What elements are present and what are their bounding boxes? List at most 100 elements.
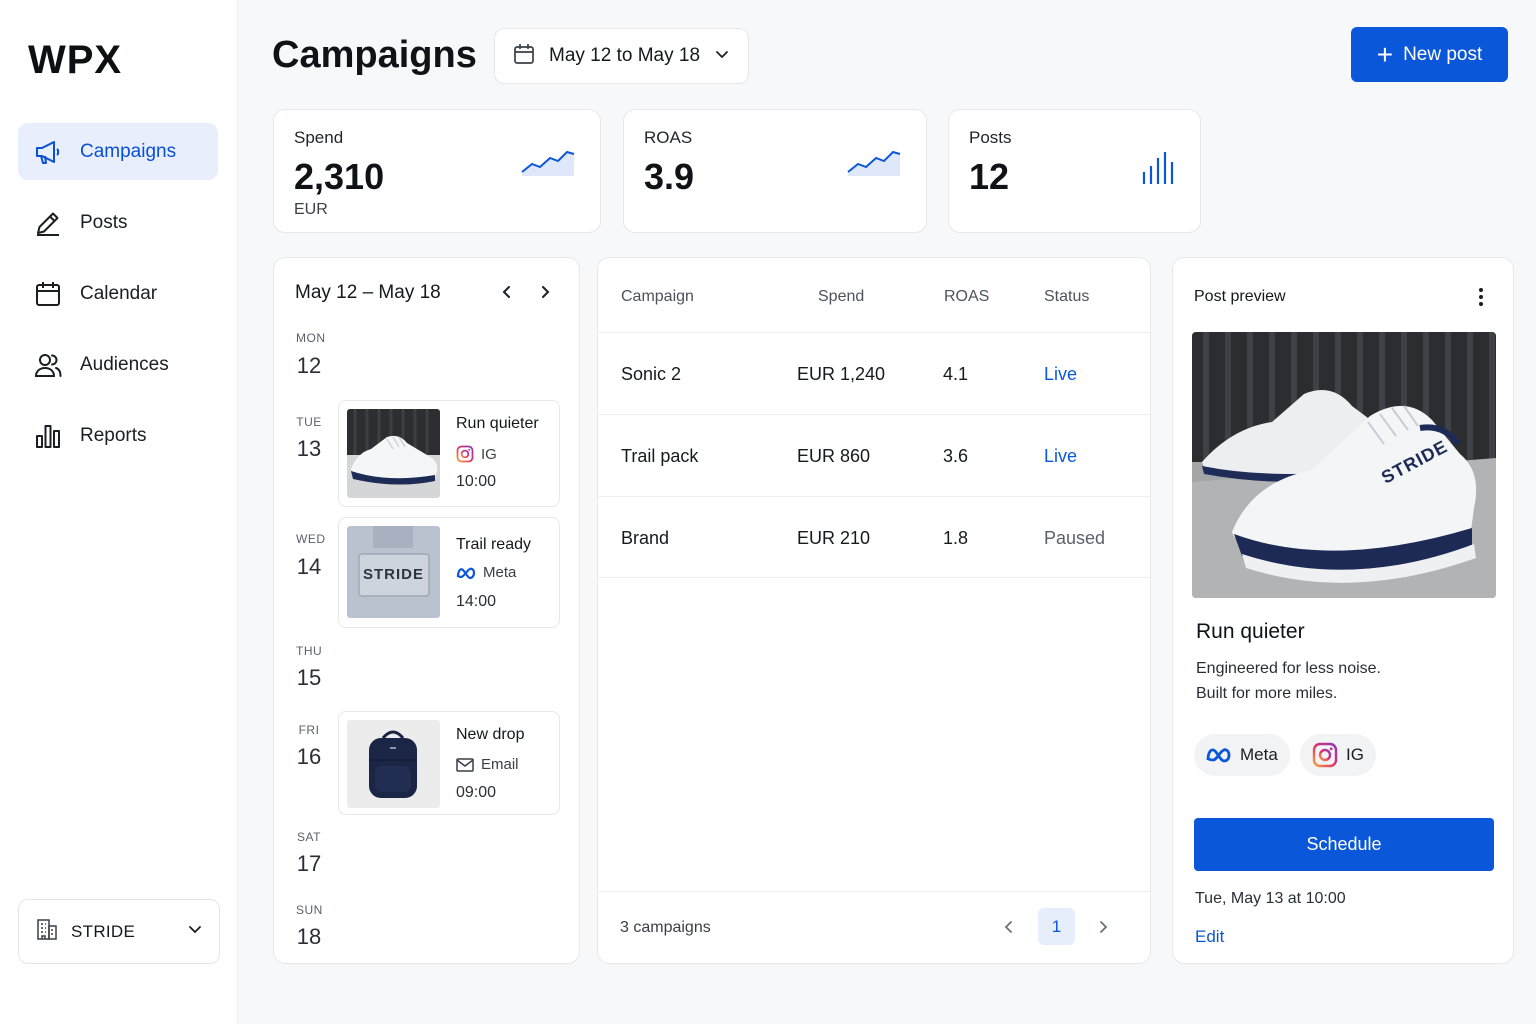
day-name: FRI (298, 723, 320, 737)
sidebar-item-audiences[interactable]: Audiences (18, 336, 218, 393)
bar-chart-icon (1141, 150, 1179, 191)
sidebar-item-label: Calendar (80, 282, 158, 304)
date-range-picker[interactable]: May 12 to May 18 (494, 28, 749, 84)
table-row[interactable]: Brand EUR 210 1.8 Paused (598, 496, 1151, 578)
campaigns-table: Campaign Spend ROAS Status Sonic 2 EUR 1… (597, 257, 1151, 964)
day-name: WED (296, 532, 326, 546)
app-logo: WPX (28, 38, 123, 82)
pencil-icon (32, 207, 64, 239)
post-image: STRIDE S2 (1192, 332, 1496, 598)
day-name: THU (296, 644, 323, 658)
stat-label: Spend (294, 128, 344, 147)
table-footer: 3 campaigns 1 (598, 891, 1151, 963)
stat-label: Posts (969, 128, 1012, 147)
cell-roas: 1.8 (943, 528, 969, 548)
backpack-thumbnail (347, 720, 440, 808)
bar-chart-icon (32, 420, 64, 452)
cell-spend: EUR 1,240 (797, 364, 886, 384)
stat-card-roas: ROAS 3.9 (623, 109, 927, 233)
chevron-left-icon (502, 286, 510, 298)
status-badge: Live (1044, 364, 1078, 384)
campaign-count: 3 campaigns (620, 919, 711, 936)
post-heading: Run quieter (1196, 620, 1305, 643)
schedule-button[interactable]: Schedule (1194, 818, 1494, 871)
day-name: MON (296, 331, 326, 345)
sidebar-item-label: Campaigns (80, 140, 177, 162)
stride-sign-thumbnail: STRIDE (347, 526, 440, 618)
calendar-range: May 12 – May 18 (295, 282, 441, 303)
sidebar-item-posts[interactable]: Posts (18, 194, 218, 251)
calendar-icon (513, 43, 535, 70)
sidebar-item-label: Audiences (80, 353, 169, 375)
scheduled-time: Tue, May 13 at 10:00 (1195, 890, 1346, 907)
channel-chip-meta[interactable]: Meta (1194, 734, 1290, 776)
day-number: 12 (296, 353, 322, 378)
day-number: 15 (296, 665, 322, 690)
chevron-left-icon (1004, 921, 1012, 933)
cell-roas: 4.1 (943, 364, 969, 384)
day-name: SAT (297, 830, 321, 844)
calendar-prev-button[interactable] (493, 278, 521, 306)
new-post-button[interactable]: + New post (1351, 27, 1508, 82)
table-row[interactable]: Sonic 2 EUR 1,240 4.1 Live (598, 332, 1151, 414)
stat-value: 12 (969, 156, 1010, 197)
page-current[interactable]: 1 (1038, 908, 1075, 945)
day-number: 17 (296, 851, 322, 876)
meta-icon (456, 566, 476, 580)
page-next-button[interactable] (1090, 914, 1116, 940)
calendar-event[interactable]: New drop Email 09:00 (338, 711, 560, 815)
channel-chip-ig[interactable]: IG (1300, 734, 1376, 776)
page-prev-button[interactable] (996, 914, 1022, 940)
trend-line-icon (520, 146, 576, 183)
chevron-down-icon (187, 921, 203, 942)
event-channel: Meta (456, 564, 516, 581)
edit-link[interactable]: Edit (1195, 927, 1224, 947)
cell-campaign: Brand (621, 528, 670, 548)
event-channel-label: Meta (483, 564, 517, 581)
calendar-next-button[interactable] (531, 278, 559, 306)
sneaker-thumbnail (347, 409, 440, 498)
trend-line-icon (846, 146, 902, 183)
date-range-label: May 12 to May 18 (549, 45, 701, 66)
more-options-icon[interactable] (1471, 284, 1491, 310)
cell-roas: 3.6 (943, 446, 969, 466)
status-badge: Paused (1044, 528, 1106, 548)
event-title: Run quieter (456, 415, 539, 432)
calendar-event[interactable]: Run quieter IG 10:00 (338, 400, 560, 507)
mail-icon (456, 757, 474, 772)
stat-card-posts: Posts 12 (948, 109, 1201, 233)
sidebar-nav: Campaigns Posts Calendar Audiences Repor… (18, 123, 218, 478)
chevron-down-icon (714, 46, 730, 67)
workspace-label: STRIDE (71, 921, 136, 941)
sidebar-item-calendar[interactable]: Calendar (18, 265, 218, 322)
new-post-label: New post (1403, 43, 1483, 65)
day-number: 16 (296, 744, 322, 769)
chip-label: IG (1346, 745, 1364, 764)
calendar-icon (32, 278, 64, 310)
workspace-switcher[interactable]: STRIDE (18, 899, 220, 964)
calendar-event[interactable]: STRIDE Trail ready Meta 14:00 (338, 517, 560, 628)
megaphone-icon (32, 136, 64, 168)
day-number: 18 (296, 924, 322, 949)
post-preview-title: Post preview (1194, 288, 1286, 305)
column-header-status[interactable]: Status (1044, 288, 1089, 306)
plus-icon: + (1376, 38, 1394, 70)
sidebar-item-reports[interactable]: Reports (18, 407, 218, 464)
table-row[interactable]: Trail pack EUR 860 3.6 Live (598, 414, 1151, 496)
cell-spend: EUR 860 (797, 446, 871, 466)
post-body: Engineered for less noise. Built for mor… (1196, 656, 1381, 706)
users-icon (32, 349, 64, 381)
column-header-spend[interactable]: Spend (818, 288, 864, 306)
meta-icon (1206, 746, 1232, 764)
event-channel-label: Email (481, 756, 519, 773)
day-number: 13 (296, 436, 322, 461)
stat-card-spend: Spend 2,310 EUR (273, 109, 601, 233)
event-title: Trail ready (456, 536, 531, 553)
sidebar-item-campaigns[interactable]: Campaigns (18, 123, 218, 180)
column-header-campaign[interactable]: Campaign (621, 288, 694, 306)
cell-campaign: Trail pack (621, 446, 699, 466)
event-title: New drop (456, 726, 525, 743)
column-header-roas[interactable]: ROAS (944, 288, 989, 306)
stat-value: 3.9 (644, 156, 695, 197)
stat-label: ROAS (644, 128, 693, 147)
